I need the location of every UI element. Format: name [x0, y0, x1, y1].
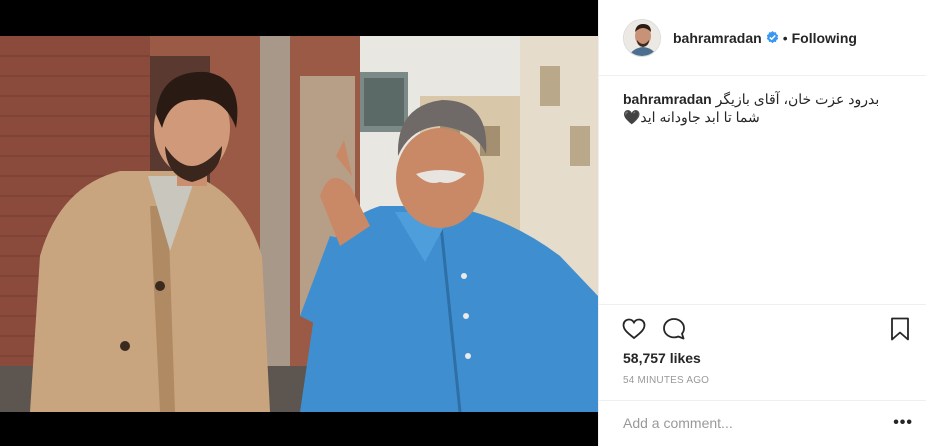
username-link[interactable]: bahramradan	[673, 30, 762, 46]
like-count[interactable]: 58,757 likes	[623, 350, 701, 366]
comment-bubble-icon[interactable]	[661, 316, 687, 342]
avatar[interactable]	[623, 18, 661, 57]
divider	[599, 400, 926, 401]
heart-icon[interactable]	[621, 316, 647, 342]
street-scene-image	[0, 36, 598, 412]
verified-badge-icon	[766, 31, 779, 44]
post-details-panel: bahramradan • Following bahramradan بدرو…	[598, 0, 926, 446]
bookmark-icon[interactable]	[887, 316, 913, 342]
instagram-post: bahramradan • Following bahramradan بدرو…	[0, 0, 926, 446]
action-bar	[621, 316, 911, 342]
post-header: bahramradan • Following	[599, 0, 926, 76]
avatar-image	[624, 19, 660, 56]
caption-text-line2: شما تا ابد جاودانه اید🖤	[623, 109, 760, 125]
separator-dot: •	[782, 29, 788, 46]
comment-input[interactable]	[623, 415, 889, 431]
post-timestamp: 54 MINUTES AGO	[623, 375, 710, 386]
comment-form: •••	[623, 412, 913, 434]
caption-first-line: bahramradan بدرود عزت خان، آقای بازیگر	[623, 90, 913, 108]
post-caption: bahramradan بدرود عزت خان، آقای بازیگر ش…	[623, 90, 913, 126]
post-photo[interactable]	[0, 36, 598, 412]
caption-username-link[interactable]: bahramradan	[623, 91, 712, 107]
caption-text-line1: بدرود عزت خان، آقای بازیگر	[715, 91, 880, 107]
post-media	[0, 0, 598, 446]
following-button[interactable]: Following	[792, 30, 857, 46]
more-options-button[interactable]: •••	[889, 414, 913, 432]
divider	[599, 304, 926, 305]
